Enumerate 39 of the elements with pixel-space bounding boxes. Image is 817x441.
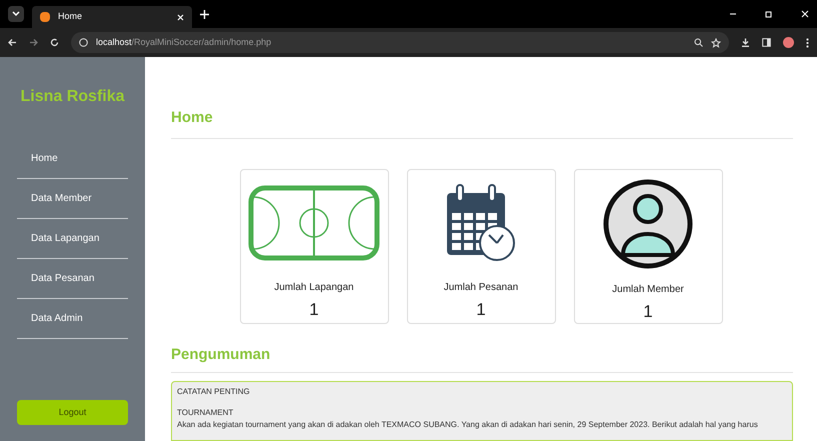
announcement-text: CATATAN PENTING: [177, 386, 251, 398]
stat-value: 1: [643, 300, 653, 322]
browser-tab[interactable]: Home: [32, 6, 192, 28]
stat-label: Jumlah Lapangan: [274, 281, 354, 295]
sidebar-item[interactable]: Data Admin: [17, 299, 128, 339]
tab-list-icon[interactable]: [8, 6, 24, 22]
sidebar-item[interactable]: Data Lapangan: [17, 219, 128, 259]
stat-label: Jumlah Pesanan: [444, 281, 518, 295]
logout-button[interactable]: Logout: [17, 400, 128, 425]
reload-icon[interactable]: [50, 38, 59, 47]
info-icon: [79, 38, 88, 47]
profile-avatar[interactable]: [783, 37, 794, 48]
stat-label: Jumlah Member: [612, 282, 684, 296]
stat-value: 1: [476, 299, 486, 321]
soccer-field-icon: [248, 184, 380, 261]
announcement-text: TOURNAMENT: [177, 407, 234, 419]
zoom-icon[interactable]: [694, 38, 703, 47]
star-icon[interactable]: [711, 38, 721, 48]
sidebar-item[interactable]: Data Pesanan: [17, 259, 128, 299]
address-field[interactable]: localhost/RoyalMiniSoccer/admin/home.php: [71, 32, 729, 53]
new-tab-icon[interactable]: [200, 10, 209, 18]
back-icon[interactable]: [8, 38, 17, 47]
brand-title: Lisna Rosfika: [19, 87, 126, 107]
section-title: Pengumuman: [171, 344, 793, 373]
announcement-text: Akan ada kegiatan tournament yang akan di adakan oleh TEXMACO SUBANG. Yang akan di adakan hari senin, 29 September 2023. Berikut adalah hal yang harus: [177, 419, 759, 431]
sidebar-item[interactable]: Home: [17, 139, 128, 179]
user-avatar-icon: [603, 178, 693, 268]
calendar-clock-icon: [445, 182, 517, 263]
stat-value: 1: [309, 299, 319, 321]
sidebar-item[interactable]: Data Member: [17, 179, 128, 219]
side-panel-icon[interactable]: [762, 38, 771, 47]
download-icon[interactable]: [741, 38, 750, 47]
forward-icon[interactable]: [29, 38, 38, 47]
restore-icon[interactable]: [765, 10, 773, 18]
favicon-icon: [40, 12, 50, 22]
close-icon[interactable]: [177, 14, 184, 20]
menu-icon[interactable]: [806, 38, 809, 48]
close-icon[interactable]: [801, 10, 809, 18]
page-title: Home: [171, 107, 793, 138]
